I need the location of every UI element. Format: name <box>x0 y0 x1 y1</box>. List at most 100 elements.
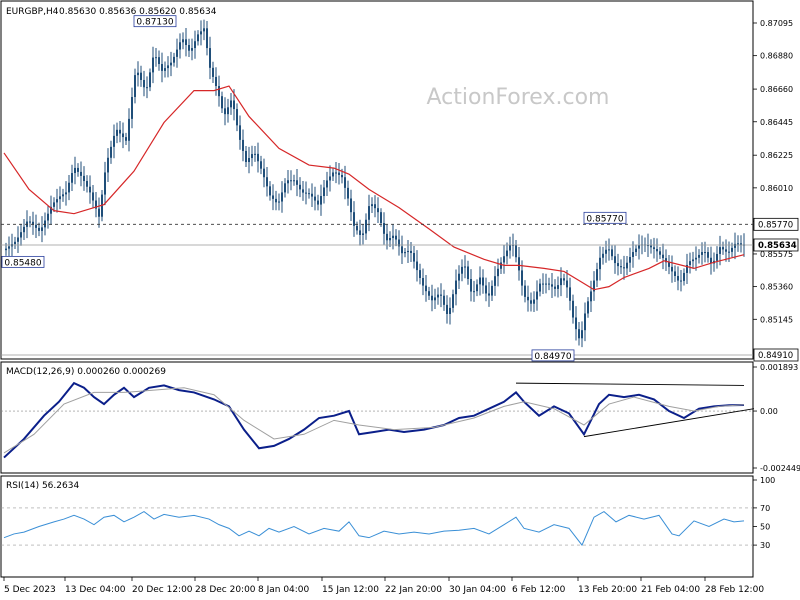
candle-body <box>254 153 256 155</box>
candle-body <box>509 244 511 251</box>
candle-body <box>257 153 259 162</box>
candle-body <box>479 277 481 285</box>
candle-body <box>539 283 541 292</box>
candle-body <box>524 285 526 297</box>
candle-body <box>557 285 559 289</box>
candle-body <box>632 252 634 257</box>
candle-body <box>584 313 586 331</box>
time-tick-label-2: 20 Dec 12:00 <box>132 585 193 595</box>
candle-body <box>116 129 118 136</box>
macd-panel[interactable] <box>0 361 754 474</box>
candle-body <box>131 96 133 119</box>
time-tick-label-0: 5 Dec 2023 <box>4 585 56 595</box>
candle-body <box>68 182 70 193</box>
candle-body <box>74 167 76 174</box>
candle-body <box>455 280 457 295</box>
candle-body <box>281 192 283 202</box>
candle-body <box>164 68 166 71</box>
candle-body <box>263 168 265 178</box>
candle-body <box>296 180 298 185</box>
candle-body <box>38 227 40 231</box>
candle-body <box>293 180 295 182</box>
candle-body <box>203 28 205 32</box>
candle-body <box>656 249 658 252</box>
price-tag-0: 0.85770 <box>758 220 793 230</box>
candle-body <box>638 245 640 249</box>
candle-body <box>617 263 619 267</box>
candle-body <box>551 284 553 287</box>
candle-body <box>704 252 706 254</box>
candle-body <box>653 247 655 250</box>
candle-body <box>170 62 172 66</box>
candle-body <box>305 192 307 194</box>
candle-body <box>134 75 136 97</box>
candle-body <box>335 172 337 174</box>
candle-body <box>320 196 322 205</box>
candle-body <box>224 108 226 115</box>
candle-body <box>161 64 163 71</box>
candle-body <box>668 262 670 267</box>
candle-body <box>566 280 568 288</box>
price-panel[interactable] <box>0 0 754 360</box>
time-tick-label-7: 30 Jan 04:00 <box>449 585 506 595</box>
candle-body <box>470 279 472 292</box>
candle-body <box>554 286 556 289</box>
candle-body <box>17 237 19 242</box>
candle-body <box>245 150 247 163</box>
candle-body <box>677 275 679 281</box>
candle-body <box>380 212 382 223</box>
price-tick-label-9: 0.85145 <box>760 315 793 324</box>
candle-body <box>290 180 292 182</box>
candle-body <box>41 227 43 231</box>
candle-body <box>176 49 178 57</box>
candle-body <box>317 200 319 205</box>
candle-body <box>521 270 523 286</box>
candle-body <box>377 208 379 213</box>
candle-body <box>194 41 196 49</box>
macd-tick-label-1: 0.00 <box>760 407 778 416</box>
time-tick-label-6: 22 Jan 20:00 <box>385 585 442 595</box>
candle-body <box>128 118 130 141</box>
candle-body <box>464 266 466 268</box>
candle-body <box>137 72 139 76</box>
candle-body <box>371 204 373 207</box>
candle-body <box>428 291 430 296</box>
candle-body <box>338 172 340 175</box>
candle-body <box>581 330 583 339</box>
candle-body <box>98 208 100 217</box>
candle-body <box>485 285 487 294</box>
candle-body <box>182 39 184 43</box>
candle-body <box>560 278 562 286</box>
candle-body <box>572 300 574 318</box>
candle-body <box>29 221 31 223</box>
candle-body <box>47 213 49 221</box>
candle-body <box>386 233 388 241</box>
time-tick-label-11: 28 Feb 12:00 <box>705 585 764 595</box>
candle-body <box>104 172 106 195</box>
candle-body <box>452 294 454 308</box>
candle-body <box>332 172 334 177</box>
candle-body <box>689 261 691 265</box>
candle-body <box>506 250 508 257</box>
candle-body <box>83 175 85 182</box>
candle-body <box>14 241 16 245</box>
candle-body <box>650 245 652 248</box>
candle-body <box>80 171 82 176</box>
macd-tick-label-0: 0.001893 <box>760 363 798 372</box>
candle-body <box>275 198 277 203</box>
candle-body <box>449 307 451 314</box>
price-tag-1: 0.85634 <box>758 241 797 251</box>
candle-body <box>725 249 727 252</box>
price-callout-3: 0.84970 <box>534 352 571 362</box>
time-tick-label-4: 8 Jan 04:00 <box>258 585 310 595</box>
candle-body <box>287 180 289 184</box>
candle-body <box>365 219 367 234</box>
candle-body <box>173 56 175 63</box>
candle-body <box>239 125 241 140</box>
rsi-panel[interactable] <box>0 475 754 578</box>
candle-body <box>737 243 739 245</box>
time-tick-label-1: 13 Dec 04:00 <box>65 585 126 595</box>
candle-body <box>374 204 376 209</box>
candle-body <box>89 186 91 193</box>
candle-body <box>344 177 346 188</box>
